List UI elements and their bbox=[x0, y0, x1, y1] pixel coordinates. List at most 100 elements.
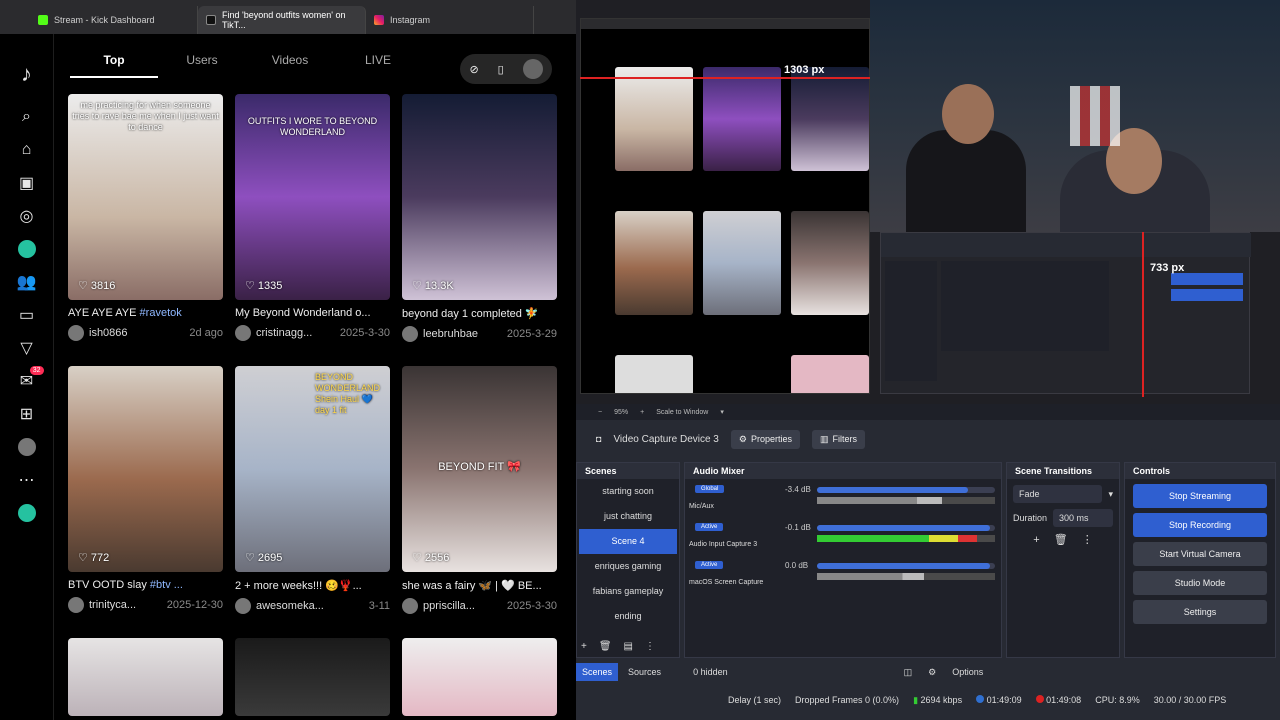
video-title[interactable]: My Beyond Wonderland o... bbox=[235, 307, 390, 319]
video-card[interactable]: BEYOND WONDERLAND Shein Haul 💙 day 1 fit… bbox=[235, 366, 390, 614]
avatar[interactable] bbox=[235, 325, 251, 341]
video-thumbnail[interactable] bbox=[68, 638, 223, 716]
properties-button[interactable]: ⚙ Properties bbox=[730, 429, 800, 449]
video-title[interactable]: AYE AYE AYE #ravetok bbox=[68, 307, 223, 319]
video-title[interactable]: she was a fairy 🦋 | 🤍 BE... bbox=[402, 579, 557, 592]
avatar[interactable] bbox=[68, 325, 84, 341]
remove-transition-icon[interactable]: 🗑 bbox=[1054, 533, 1068, 546]
volume-fill bbox=[817, 525, 990, 531]
start-virtual-camera-button[interactable]: Start Virtual Camera bbox=[1133, 542, 1267, 566]
explore-icon[interactable]: ◎ bbox=[0, 199, 54, 232]
lock-icon[interactable]: ◫ bbox=[898, 663, 919, 682]
duration-input[interactable]: 300 ms bbox=[1053, 509, 1113, 527]
video-thumbnail[interactable]: OUTFITS I WORE TO BEYOND WONDERLAND ♡ 13… bbox=[235, 94, 390, 300]
remove-scene-icon[interactable]: 🗑 bbox=[599, 641, 612, 652]
stop-recording-button[interactable]: Stop Recording bbox=[1133, 513, 1267, 537]
chevron-down-icon[interactable]: ▾ bbox=[720, 408, 724, 416]
avatar[interactable] bbox=[402, 598, 418, 614]
transition-select[interactable]: Fade bbox=[1013, 485, 1103, 503]
browser-tab-tiktok[interactable]: Find 'beyond outfits women' on TikT... bbox=[198, 6, 366, 34]
phone-icon[interactable]: ▯ bbox=[498, 63, 504, 76]
shop-icon[interactable]: ▣ bbox=[0, 166, 54, 199]
scene-filters-icon[interactable]: ▤ bbox=[624, 641, 633, 652]
browser-tab-instagram[interactable]: Instagram bbox=[366, 6, 534, 34]
username[interactable]: cristinagg... bbox=[256, 327, 312, 339]
scene-item[interactable]: starting soon bbox=[577, 479, 679, 504]
video-card[interactable]: BEYOND FIT 🎀 ♡ 2556 she was a fairy 🦋 | … bbox=[402, 366, 557, 614]
scene-item[interactable]: ending bbox=[577, 604, 679, 629]
filters-button[interactable]: ▥ Filters bbox=[811, 429, 865, 449]
username[interactable]: ish0866 bbox=[89, 327, 128, 339]
video-thumbnail[interactable] bbox=[402, 638, 557, 716]
avatar[interactable] bbox=[522, 59, 543, 79]
stop-streaming-button[interactable]: Stop Streaming bbox=[1133, 484, 1267, 508]
volume-slider[interactable] bbox=[817, 563, 995, 569]
scene-item[interactable]: fabians gameplay bbox=[577, 579, 679, 604]
volume-slider[interactable] bbox=[817, 487, 995, 493]
video-thumbnail[interactable]: ♡ 13.3K bbox=[402, 94, 557, 300]
tab-users[interactable]: Users bbox=[158, 44, 246, 78]
thumbnail-caption: BEYOND WONDERLAND Shein Haul 💙 day 1 fit bbox=[315, 372, 381, 415]
video-card[interactable]: OUTFITS I WORE TO BEYOND WONDERLAND ♡ 13… bbox=[235, 94, 390, 341]
account-switch-icon[interactable] bbox=[0, 496, 54, 529]
live-icon[interactable]: ▭ bbox=[0, 298, 54, 331]
video-card[interactable] bbox=[402, 638, 557, 716]
inbox-icon[interactable]: ✉ 32 bbox=[0, 364, 54, 397]
following-icon[interactable] bbox=[0, 232, 54, 265]
more-options-icon[interactable]: ⋮ bbox=[1082, 533, 1093, 546]
captured-tab-bar bbox=[581, 19, 869, 29]
volume-slider[interactable] bbox=[817, 525, 995, 531]
upload-icon[interactable]: ⊞ bbox=[0, 397, 54, 430]
friends-icon[interactable]: 👥 bbox=[0, 265, 54, 298]
gear-icon[interactable]: ⚙ bbox=[922, 663, 942, 682]
options-button[interactable]: Options bbox=[946, 663, 989, 681]
video-card[interactable]: ♡ 772 BTV OOTD slay #btv ... trinityca..… bbox=[68, 366, 223, 613]
video-title[interactable]: 2 + more weeks!!! 🥴🦞... bbox=[235, 579, 390, 592]
video-title[interactable]: beyond day 1 completed 🧚 bbox=[402, 307, 557, 320]
measure-guide-line bbox=[580, 77, 870, 79]
video-thumbnail[interactable]: BEYOND FIT 🎀 ♡ 2556 bbox=[402, 366, 557, 572]
avatar[interactable] bbox=[68, 597, 84, 613]
video-card[interactable]: me practicing for when someone tries to … bbox=[68, 94, 223, 341]
tab-videos[interactable]: Videos bbox=[246, 44, 334, 78]
more-options-icon[interactable]: ⋮ bbox=[645, 641, 655, 652]
scale-mode-select[interactable]: Scale to Window bbox=[656, 409, 708, 416]
avatar[interactable] bbox=[402, 326, 418, 342]
tab-sources[interactable]: Sources bbox=[622, 663, 667, 681]
username[interactable]: ppriscilla... bbox=[423, 600, 475, 612]
video-card[interactable]: ♡ 13.3K beyond day 1 completed 🧚 leebruh… bbox=[402, 94, 557, 342]
gear-icon: ⚙ bbox=[738, 433, 747, 444]
tab-scenes[interactable]: Scenes bbox=[576, 663, 619, 681]
username[interactable]: leebruhbae bbox=[423, 328, 478, 340]
profile-icon[interactable] bbox=[0, 430, 54, 463]
video-card[interactable] bbox=[68, 638, 223, 716]
tab-live[interactable]: LIVE bbox=[334, 44, 422, 78]
studio-mode-button[interactable]: Studio Mode bbox=[1133, 571, 1267, 595]
zoom-minus-icon[interactable]: − bbox=[598, 409, 602, 416]
zoom-plus-icon[interactable]: + bbox=[640, 409, 644, 416]
video-thumbnail[interactable]: BEYOND WONDERLAND Shein Haul 💙 day 1 fit… bbox=[235, 366, 390, 572]
scene-item[interactable]: just chatting bbox=[577, 504, 679, 529]
scene-item-selected[interactable]: Scene 4 bbox=[579, 529, 677, 554]
add-scene-icon[interactable]: + bbox=[581, 641, 587, 652]
home-icon[interactable]: ⌂ bbox=[0, 133, 54, 166]
scene-item[interactable]: enriques gaming bbox=[577, 554, 679, 579]
video-thumbnail[interactable] bbox=[235, 638, 390, 716]
compass-icon[interactable]: ⊘ bbox=[469, 63, 478, 76]
settings-button[interactable]: Settings bbox=[1133, 600, 1267, 624]
video-thumbnail[interactable]: me practicing for when someone tries to … bbox=[68, 94, 223, 300]
search-icon[interactable]: ⌕ bbox=[0, 100, 54, 133]
messages-icon[interactable]: ▽ bbox=[0, 331, 54, 364]
tab-top[interactable]: Top bbox=[70, 44, 158, 78]
tiktok-logo-icon[interactable]: ♪ bbox=[0, 54, 54, 94]
video-card[interactable] bbox=[235, 638, 390, 716]
chevron-down-icon[interactable]: ▾ bbox=[1108, 489, 1113, 500]
video-title[interactable]: BTV OOTD slay #btv ... bbox=[68, 579, 223, 591]
avatar[interactable] bbox=[235, 598, 251, 614]
username[interactable]: awesomeka... bbox=[256, 600, 324, 612]
username[interactable]: trinityca... bbox=[89, 599, 136, 611]
video-thumbnail[interactable]: ♡ 772 bbox=[68, 366, 223, 572]
add-transition-icon[interactable]: + bbox=[1033, 534, 1039, 546]
more-icon[interactable]: ⋯ bbox=[0, 463, 54, 496]
browser-tab-kick[interactable]: Stream - Kick Dashboard bbox=[30, 6, 198, 34]
